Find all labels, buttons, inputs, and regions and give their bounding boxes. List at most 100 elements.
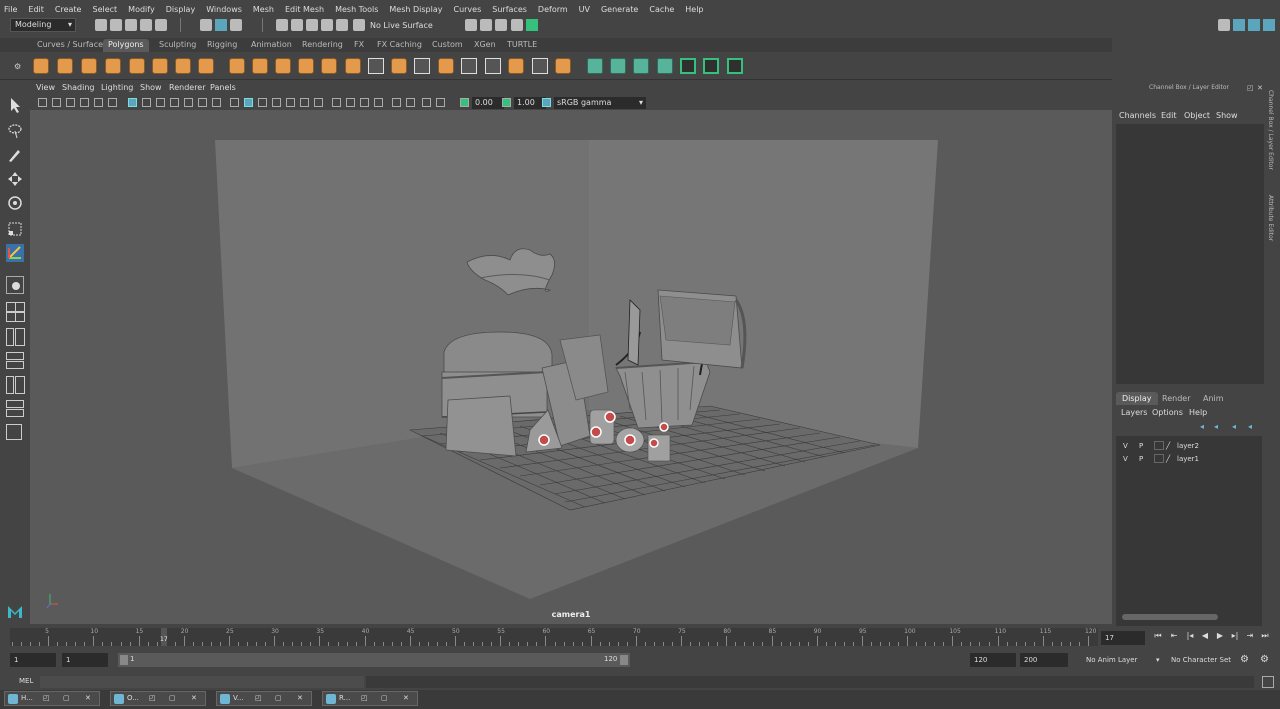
maximize-icon[interactable]: ▢ <box>381 692 388 705</box>
hypershade-icon[interactable] <box>511 19 523 31</box>
cylindrical-uv-icon[interactable] <box>610 58 626 74</box>
live-surface-icon[interactable] <box>353 19 365 31</box>
resolution-gate-icon[interactable] <box>156 98 165 107</box>
shelf-tab-rendering[interactable]: Rendering <box>297 39 348 52</box>
select-tool-icon[interactable] <box>6 96 24 114</box>
scale-tool-icon[interactable] <box>6 220 24 238</box>
go-to-end-icon[interactable]: ⏭ <box>1261 631 1269 640</box>
channel-menu-edit[interactable]: Edit <box>1161 111 1177 120</box>
viewport-menu-shading[interactable]: Shading <box>62 83 95 92</box>
minimized-window[interactable]: H... ◰ ▢ ✕ <box>4 691 100 706</box>
new-scene-icon[interactable] <box>95 19 107 31</box>
maximize-icon[interactable]: ▢ <box>275 692 282 705</box>
safe-action-icon[interactable] <box>198 98 207 107</box>
close-icon[interactable]: ✕ <box>85 692 91 705</box>
shelf-tab-animation[interactable]: Animation <box>246 39 297 52</box>
show-attribute-editor-icon[interactable] <box>1233 19 1245 31</box>
layer-menu-layers[interactable]: Layers <box>1121 408 1147 417</box>
reduce-icon[interactable] <box>321 58 337 74</box>
backface-culling-icon[interactable] <box>436 98 445 107</box>
menu-edit-mesh[interactable]: Edit Mesh <box>285 5 324 14</box>
poly-pipe-icon[interactable] <box>198 58 214 74</box>
wireframe-icon[interactable] <box>230 98 239 107</box>
layer-name[interactable]: layer1 <box>1177 455 1199 463</box>
script-language-label[interactable]: MEL <box>19 677 33 685</box>
boolean-icon[interactable] <box>345 58 361 74</box>
render-view-icon[interactable] <box>526 19 538 31</box>
shelf-tab-xgen[interactable]: XGen <box>469 39 501 52</box>
shelf-tab-turtle[interactable]: TURTLE <box>502 39 542 52</box>
move-tool-icon[interactable] <box>6 170 24 188</box>
cut-uv-icon[interactable] <box>727 58 743 74</box>
layout-horizontal-icon[interactable] <box>6 352 24 360</box>
menu-file[interactable]: File <box>4 5 17 14</box>
menu-create[interactable]: Create <box>55 5 82 14</box>
isolate-select-icon[interactable] <box>374 98 383 107</box>
animation-preferences-icon[interactable]: ⚙ <box>1260 654 1272 666</box>
anim-layer-dropdown[interactable]: No Anim Layer <box>1086 656 1137 664</box>
viewport-menu-lighting[interactable]: Lighting <box>101 83 133 92</box>
bevel-icon[interactable] <box>438 58 454 74</box>
play-backwards-icon[interactable]: ◀ <box>1201 631 1209 640</box>
shelf-tab-curves-surfaces[interactable]: Curves / Surfaces <box>32 39 112 52</box>
restore-icon[interactable]: ◰ <box>361 692 368 705</box>
layer-row[interactable]: V P ╱ layer2 <box>1116 440 1262 452</box>
xray-components-icon[interactable] <box>422 98 431 107</box>
menu-surfaces[interactable]: Surfaces <box>492 5 527 14</box>
grease-pencil-icon[interactable] <box>108 98 117 107</box>
float-icon[interactable]: ◰ <box>1247 84 1255 92</box>
channel-menu-show[interactable]: Show <box>1216 111 1238 120</box>
layout-persp-graph-icon[interactable] <box>15 328 25 346</box>
snap-curve-icon[interactable] <box>291 19 303 31</box>
anti-aliasing-icon[interactable] <box>346 98 355 107</box>
snap-view-icon[interactable] <box>321 19 333 31</box>
offset-edge-loop-icon[interactable] <box>485 58 501 74</box>
show-tool-settings-icon[interactable] <box>1248 19 1260 31</box>
workspace-dropdown[interactable]: Modeling ▾ <box>10 18 76 32</box>
maximize-icon[interactable]: ▢ <box>169 692 176 705</box>
select-object-icon[interactable] <box>215 19 227 31</box>
depth-of-field-icon[interactable] <box>360 98 369 107</box>
move-layer-up-icon[interactable]: ◂ <box>1200 422 1204 431</box>
poly-cone-icon[interactable] <box>105 58 121 74</box>
shelf-tab-polygons[interactable]: Polygons <box>103 39 149 52</box>
close-icon[interactable]: ✕ <box>403 692 409 705</box>
range-slider[interactable]: 1 120 <box>118 653 630 667</box>
shadows-icon[interactable] <box>300 98 309 107</box>
spherical-uv-icon[interactable] <box>633 58 649 74</box>
mirror-icon[interactable] <box>275 58 291 74</box>
layer-playback-toggle[interactable]: P <box>1139 442 1143 450</box>
snap-point-icon[interactable] <box>306 19 318 31</box>
combine-icon[interactable] <box>229 58 245 74</box>
append-polygon-icon[interactable] <box>508 58 524 74</box>
exposure-field[interactable]: 0.00 <box>472 97 504 109</box>
play-forwards-icon[interactable]: ▶ <box>1216 631 1224 640</box>
minimized-window[interactable]: R... ◰ ▢ ✕ <box>322 691 418 706</box>
undo-icon[interactable] <box>140 19 152 31</box>
menu-edit[interactable]: Edit <box>28 5 44 14</box>
select-component-icon[interactable] <box>230 19 242 31</box>
layout-hypershade-icon[interactable] <box>15 376 25 394</box>
smooth-shade-icon[interactable] <box>244 98 253 107</box>
shelf-tab-sculpting[interactable]: Sculpting <box>154 39 201 52</box>
planar-uv-icon[interactable] <box>587 58 603 74</box>
universal-manipulator-icon[interactable] <box>6 244 24 262</box>
menu-cache[interactable]: Cache <box>649 5 674 14</box>
fill-hole-icon[interactable] <box>532 58 548 74</box>
viewport-menu-view[interactable]: View <box>36 83 55 92</box>
soft-select-icon[interactable] <box>6 276 24 294</box>
minimized-window[interactable]: O... ◰ ▢ ✕ <box>110 691 206 706</box>
shelf-tab-fx[interactable]: FX <box>349 39 369 52</box>
film-gate-icon[interactable] <box>142 98 151 107</box>
bridge-icon[interactable] <box>414 58 430 74</box>
shelf-tab-custom[interactable]: Custom <box>427 39 468 52</box>
extrude-icon[interactable] <box>391 58 407 74</box>
new-empty-layer-icon[interactable]: ◂ <box>1232 422 1236 431</box>
ipr-render-icon[interactable] <box>480 19 492 31</box>
use-all-lights-icon[interactable] <box>286 98 295 107</box>
two-d-pan-icon[interactable] <box>94 98 103 107</box>
menu-mesh-tools[interactable]: Mesh Tools <box>335 5 378 14</box>
color-management-icon[interactable] <box>542 98 551 107</box>
workspace-toggle-icon[interactable] <box>1218 19 1230 31</box>
range-start-handle[interactable] <box>120 655 128 665</box>
